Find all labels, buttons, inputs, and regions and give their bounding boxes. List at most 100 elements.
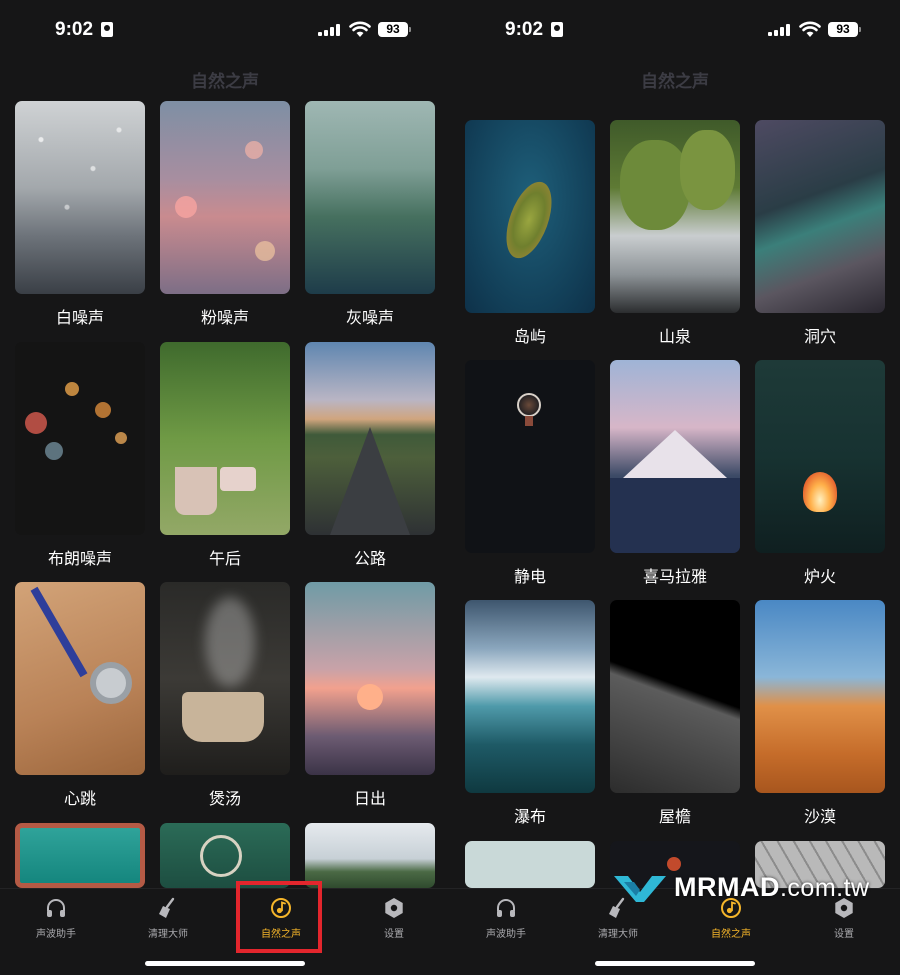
sound-tile[interactable]: 瀑布 bbox=[465, 600, 595, 826]
mountain-spring-thumbnail bbox=[610, 120, 740, 313]
tab-sound-assistant[interactable]: 声波助手 bbox=[450, 897, 562, 940]
gray-rain-thumbnail bbox=[305, 101, 435, 294]
tab-label: 清理大师 bbox=[148, 929, 188, 940]
tab-sound-assistant[interactable]: 声波助手 bbox=[0, 897, 112, 940]
static-bulb-thumbnail bbox=[465, 360, 595, 553]
sound-tile[interactable]: 灰噪声 bbox=[305, 101, 435, 327]
screenshot-pair: 9:02 93 自然之声 白噪声 粉噪声 灰噪声 布朗噪声 午后 公路 心跳 煲… bbox=[0, 0, 900, 975]
sound-tile[interactable]: 布朗噪声 bbox=[15, 342, 145, 568]
sound-tile[interactable] bbox=[15, 823, 145, 888]
sound-tile[interactable]: 公路 bbox=[305, 342, 435, 568]
brown-bokeh-thumbnail bbox=[15, 342, 145, 535]
tab-settings[interactable]: 设置 bbox=[338, 897, 450, 940]
phone-screen-right: 9:02 93 自然之声 岛屿 山泉 洞穴 静电 喜马拉雅 炉火 瀑布 屋檐 沙… bbox=[450, 0, 900, 975]
cellular-signal-icon bbox=[768, 24, 790, 36]
wifi-icon bbox=[349, 21, 371, 37]
sound-tile[interactable]: 洞穴 bbox=[755, 120, 885, 346]
sound-tile[interactable]: 炉火 bbox=[755, 360, 885, 586]
sound-tile[interactable]: 岛屿 bbox=[465, 120, 595, 346]
sound-tile[interactable]: 午后 bbox=[160, 342, 290, 568]
heartbeat-thumbnail bbox=[15, 582, 145, 775]
tile-label: 喜马拉雅 bbox=[642, 567, 707, 586]
sound-tile[interactable] bbox=[465, 841, 595, 888]
tile-label: 布朗噪声 bbox=[47, 549, 112, 568]
cellular-signal-icon bbox=[318, 24, 340, 36]
headphones-icon bbox=[47, 899, 65, 917]
phone-screen-left: 9:02 93 自然之声 白噪声 粉噪声 灰噪声 布朗噪声 午后 公路 心跳 煲… bbox=[0, 0, 450, 975]
tile-label: 粉噪声 bbox=[200, 308, 249, 327]
tab-label: 声波助手 bbox=[486, 929, 526, 940]
headphones-icon bbox=[497, 899, 515, 917]
tile-label: 静电 bbox=[513, 567, 546, 586]
tile-label: 炉火 bbox=[803, 567, 836, 586]
cafe-sign-thumbnail bbox=[160, 823, 290, 888]
mrmad-watermark: MRMAD.com.tw bbox=[612, 868, 882, 908]
sound-tile[interactable] bbox=[160, 823, 290, 888]
tile-label: 午后 bbox=[208, 549, 241, 568]
contact-card-icon bbox=[101, 22, 113, 37]
home-indicator bbox=[145, 961, 305, 966]
tab-label: 自然之声 bbox=[711, 929, 751, 940]
contact-card-icon bbox=[551, 22, 563, 37]
campfire-thumbnail bbox=[755, 360, 885, 553]
home-indicator bbox=[595, 961, 755, 966]
battery-indicator: 93 bbox=[828, 22, 861, 37]
battery-indicator: 93 bbox=[378, 22, 411, 37]
tile-label: 灰噪声 bbox=[345, 308, 394, 327]
pale-thumbnail bbox=[465, 841, 595, 888]
tile-label: 屋檐 bbox=[658, 807, 691, 826]
sunrise-thumbnail bbox=[305, 582, 435, 775]
tile-label: 瀑布 bbox=[513, 807, 546, 826]
sound-tile[interactable]: 屋檐 bbox=[610, 600, 740, 826]
watermark-brand: MRMAD bbox=[674, 872, 780, 902]
gear-icon bbox=[385, 898, 403, 918]
sound-tile[interactable]: 山泉 bbox=[610, 120, 740, 346]
tile-label: 洞穴 bbox=[803, 327, 836, 346]
sound-tile[interactable]: 喜马拉雅 bbox=[610, 360, 740, 586]
rain-window-thumbnail bbox=[15, 101, 145, 294]
mrmad-logo-icon bbox=[614, 876, 666, 902]
island-thumbnail bbox=[465, 120, 595, 313]
cave-thumbnail bbox=[755, 120, 885, 313]
sound-tile[interactable]: 沙漠 bbox=[755, 600, 885, 826]
pool-thumbnail bbox=[15, 823, 145, 888]
page-title: 自然之声 bbox=[641, 72, 709, 92]
soup-pot-thumbnail bbox=[160, 582, 290, 775]
sound-tile[interactable] bbox=[305, 823, 435, 888]
tab-cleaner[interactable]: 清理大师 bbox=[112, 897, 224, 940]
sound-tile[interactable]: 白噪声 bbox=[15, 101, 145, 327]
valley-thumbnail bbox=[305, 823, 435, 888]
sound-tile[interactable]: 煲汤 bbox=[160, 582, 290, 808]
sound-tile[interactable]: 粉噪声 bbox=[160, 101, 290, 327]
status-time: 9:02 bbox=[55, 19, 94, 40]
tile-label: 公路 bbox=[353, 549, 386, 568]
tab-label: 声波助手 bbox=[36, 929, 76, 940]
himalaya-thumbnail bbox=[610, 360, 740, 553]
tile-label: 煲汤 bbox=[208, 789, 241, 808]
tab-label: 清理大师 bbox=[598, 929, 638, 940]
sound-tile[interactable]: 静电 bbox=[465, 360, 595, 586]
tile-label: 山泉 bbox=[658, 327, 691, 346]
watermark-text: MRMAD.com.tw bbox=[674, 872, 870, 903]
tile-label: 沙漠 bbox=[803, 807, 836, 826]
tile-label: 白噪声 bbox=[55, 308, 104, 327]
road-thumbnail bbox=[305, 342, 435, 535]
highlight-box bbox=[236, 881, 322, 953]
watermark-domain: .com.tw bbox=[779, 874, 870, 902]
wifi-icon bbox=[799, 21, 821, 37]
status-time: 9:02 bbox=[505, 19, 544, 40]
tile-label: 岛屿 bbox=[513, 327, 546, 346]
tab-label: 设置 bbox=[384, 929, 404, 940]
status-bar: 9:02 93 bbox=[0, 0, 450, 60]
sound-tile[interactable]: 心跳 bbox=[15, 582, 145, 808]
eaves-thumbnail bbox=[610, 600, 740, 793]
sound-tile[interactable]: 日出 bbox=[305, 582, 435, 808]
tile-label: 心跳 bbox=[63, 789, 96, 808]
broom-icon bbox=[159, 897, 175, 918]
waterfall-thumbnail bbox=[465, 600, 595, 793]
tab-label: 设置 bbox=[834, 929, 854, 940]
desert-thumbnail bbox=[755, 600, 885, 793]
pink-rain-thumbnail bbox=[160, 101, 290, 294]
page-title: 自然之声 bbox=[191, 72, 259, 92]
tile-label: 日出 bbox=[353, 789, 386, 808]
